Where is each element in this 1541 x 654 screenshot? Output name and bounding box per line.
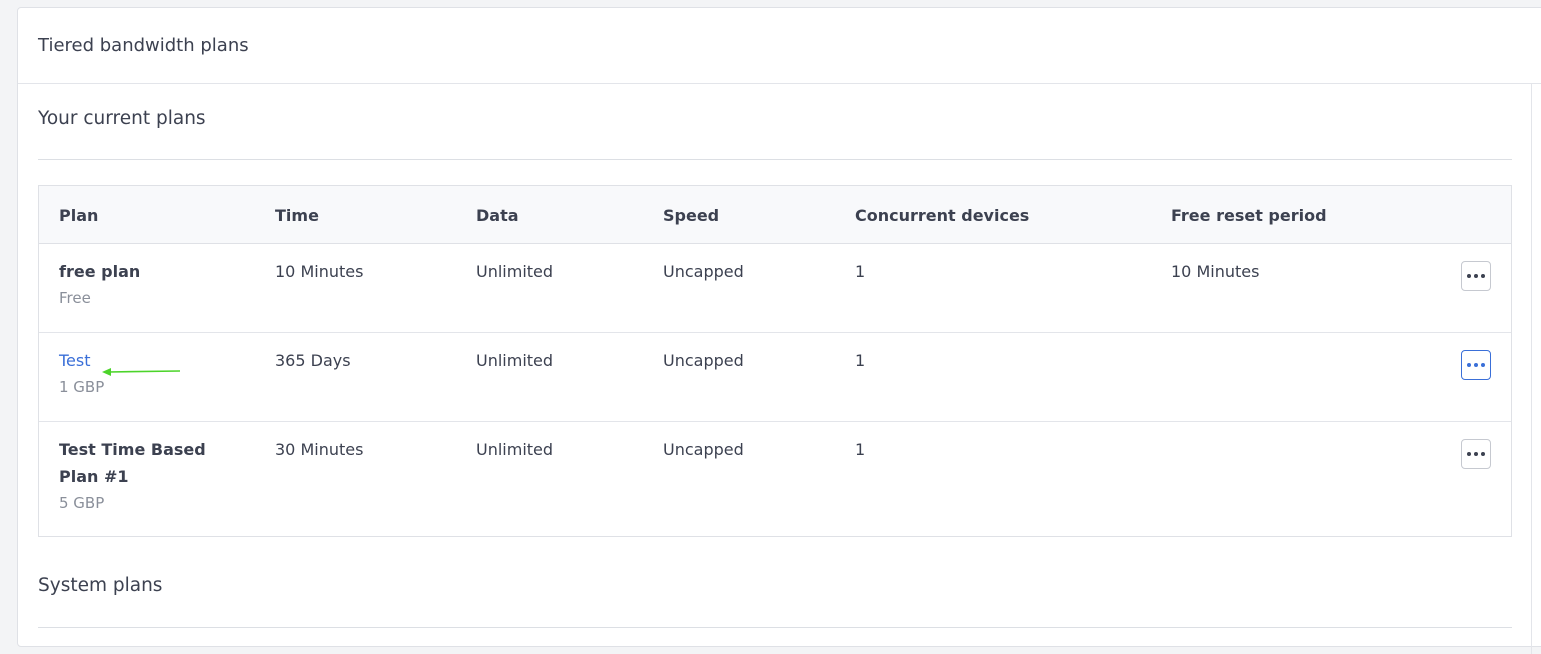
system-plans-title: System plans [38, 575, 163, 596]
plan-name-link[interactable]: Test [59, 347, 104, 374]
time-cell: 365 Days [275, 351, 351, 370]
row-actions-button[interactable] [1461, 350, 1491, 380]
time-cell: 10 Minutes [275, 262, 364, 281]
card-body: Your current plans Plan Time Data Speed … [18, 84, 1532, 654]
data-cell: Unlimited [476, 351, 554, 370]
column-header-speed: Speed [663, 206, 720, 225]
plans-table: Plan Time Data Speed Concurrent devices … [38, 185, 1512, 537]
table-header: Plan Time Data Speed Concurrent devices … [39, 186, 1511, 244]
column-header-time: Time [275, 206, 319, 225]
speed-cell: Uncapped [663, 351, 744, 370]
devices-cell: 1 [855, 262, 866, 281]
card-title: Tiered bandwidth plans [18, 8, 1541, 84]
ellipsis-icon [1467, 452, 1485, 456]
column-header-concurrent-devices: Concurrent devices [855, 206, 1030, 225]
table-row: free plan Free 10 Minutes Unlimited Unca… [39, 244, 1511, 333]
current-plans-title: Your current plans [38, 108, 206, 129]
plan-name: free plan [59, 262, 141, 281]
devices-cell: 1 [855, 440, 866, 459]
data-cell: Unlimited [476, 440, 554, 459]
table-row: Test 1 GBP 365 Days Unlimited Uncapped 1 [39, 333, 1511, 422]
ellipsis-icon [1467, 274, 1485, 278]
divider [38, 627, 1512, 628]
reset-period-cell: 10 Minutes [1171, 262, 1260, 281]
divider [38, 159, 1512, 160]
plan-cell: free plan Free [59, 258, 140, 311]
ellipsis-icon [1467, 363, 1485, 367]
tiered-plans-card: Tiered bandwidth plans Your current plan… [17, 7, 1541, 654]
speed-cell: Uncapped [663, 440, 744, 459]
data-cell: Unlimited [476, 262, 554, 281]
table-row: Test Time Based Plan #1 5 GBP 30 Minutes… [39, 422, 1511, 536]
plan-price: 1 GBP [59, 378, 105, 396]
speed-cell: Uncapped [663, 262, 744, 281]
plan-price: Free [59, 289, 91, 307]
time-cell: 30 Minutes [275, 440, 364, 459]
column-header-plan: Plan [59, 206, 99, 225]
row-actions-button[interactable] [1461, 261, 1491, 291]
annotation-arrow-icon [102, 368, 181, 376]
plan-cell: Test Time Based Plan #1 5 GBP [59, 436, 239, 516]
row-actions-button[interactable] [1461, 439, 1491, 469]
column-header-free-reset-period: Free reset period [1171, 206, 1327, 225]
column-header-data: Data [476, 206, 519, 225]
plan-price: 5 GBP [59, 494, 105, 512]
plan-cell: Test 1 GBP [59, 347, 181, 400]
devices-cell: 1 [855, 351, 866, 370]
plan-name: Test Time Based Plan #1 [59, 440, 206, 486]
